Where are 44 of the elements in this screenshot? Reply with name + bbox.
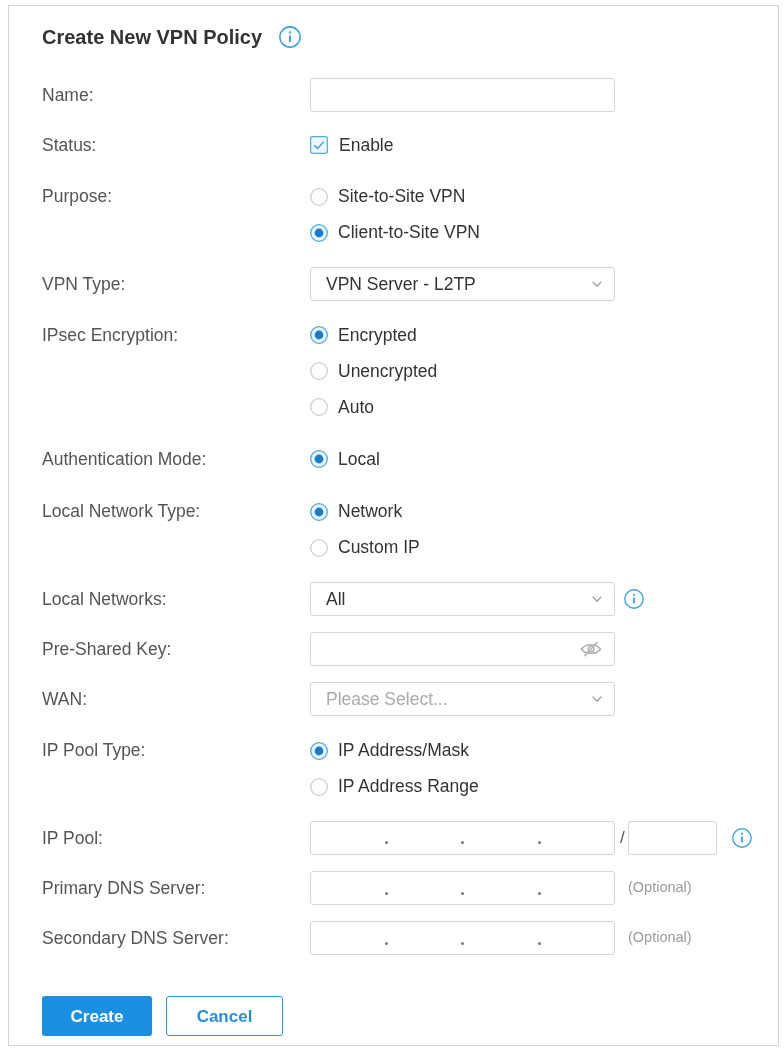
radio-option[interactable]: IP Address Range xyxy=(310,773,479,800)
chevron-down-icon xyxy=(592,595,602,602)
chevron-down-icon xyxy=(592,696,602,703)
field-label: WAN: xyxy=(42,688,88,712)
radio-option[interactable]: Custom IP xyxy=(310,534,420,561)
field-label: Local Network Type: xyxy=(42,500,201,524)
info-icon[interactable] xyxy=(731,827,752,848)
radio-option[interactable]: IP Address/Mask xyxy=(310,737,469,764)
eye-slash-icon[interactable] xyxy=(580,641,602,657)
field-label: Local Networks: xyxy=(42,587,167,611)
info-icon[interactable] xyxy=(624,588,644,609)
field-label: VPN Type: xyxy=(42,272,126,296)
subnet-mask-field[interactable] xyxy=(627,820,717,855)
field-label: IPsec Encryption: xyxy=(42,323,179,347)
radio-option[interactable]: Network xyxy=(310,498,403,525)
ip-address-field[interactable] xyxy=(310,921,615,956)
ip-address-field[interactable] xyxy=(310,820,615,855)
optional-hint: (Optional) xyxy=(628,928,692,948)
field-label: Primary DNS Server: xyxy=(42,876,206,900)
field-label: Status: xyxy=(42,134,97,158)
checkbox-option[interactable]: Enable xyxy=(310,132,394,159)
radio-option[interactable]: Client-to-Site VPN xyxy=(310,219,480,246)
ip-address-field[interactable] xyxy=(310,871,615,905)
field-label: Purpose: xyxy=(42,185,113,209)
password-field[interactable] xyxy=(310,632,615,666)
optional-hint: (Optional) xyxy=(628,878,692,898)
field-label: Pre-Shared Key: xyxy=(42,637,172,661)
radio-option[interactable]: Unencrypted xyxy=(310,357,438,385)
input-field[interactable] xyxy=(310,78,615,112)
radio-option[interactable]: Site-to-Site VPN xyxy=(310,183,466,210)
field-label: Secondary DNS Server: xyxy=(42,927,229,951)
dropdown[interactable]: VPN Server - L2TP xyxy=(310,266,615,301)
info-icon[interactable] xyxy=(279,26,302,48)
radio-option[interactable]: Auto xyxy=(310,393,374,421)
slash-separator: / xyxy=(620,827,625,849)
chevron-down-icon xyxy=(592,280,602,287)
form-title: Create New VPN Policy xyxy=(42,26,263,48)
radio-option[interactable]: Local xyxy=(310,446,380,473)
field-label: Authentication Mode: xyxy=(42,448,207,472)
radio-option[interactable]: Encrypted xyxy=(310,321,417,349)
field-label: Name: xyxy=(42,83,94,107)
field-label: IP Pool: xyxy=(42,826,103,850)
dropdown[interactable]: All xyxy=(310,581,615,616)
field-label: IP Pool Type: xyxy=(42,739,146,763)
